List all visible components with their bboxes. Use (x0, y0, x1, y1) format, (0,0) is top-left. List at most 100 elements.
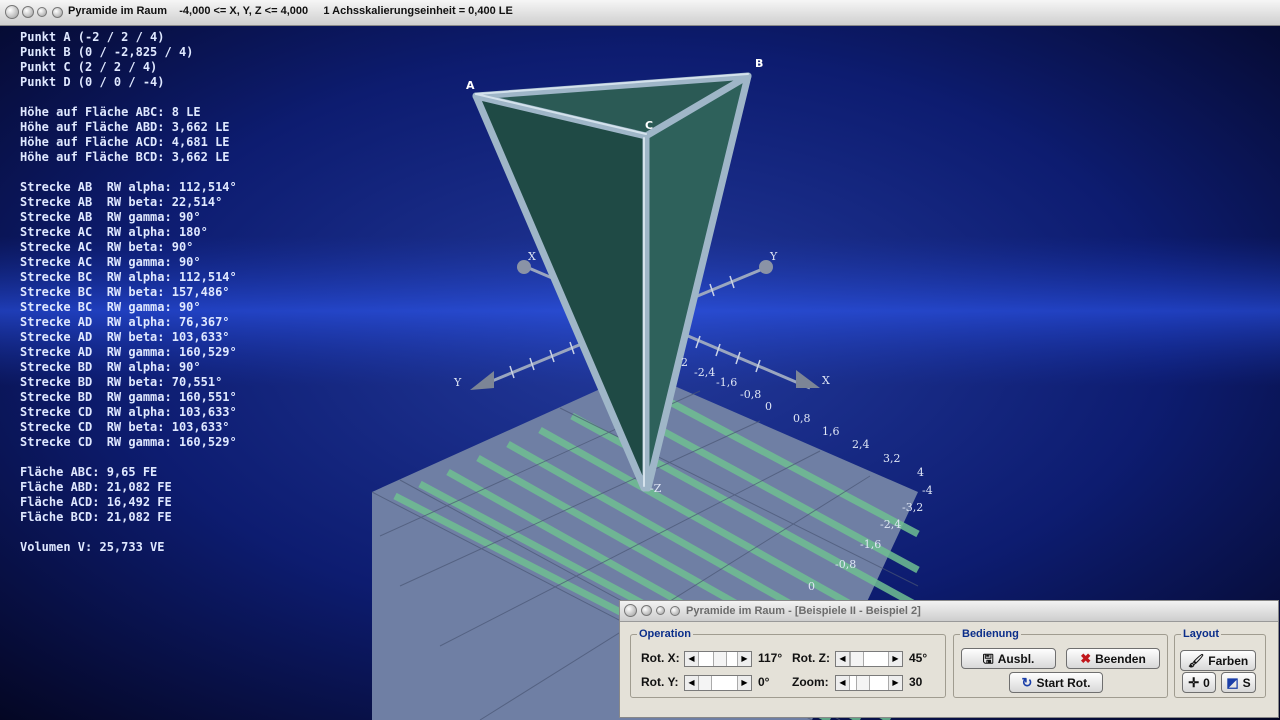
x-tick-label: 0 (765, 400, 772, 413)
arrow-right-icon[interactable]: ▶ (888, 676, 902, 690)
x-tick-label: 3,2 (883, 452, 901, 465)
angle-row: Strecke AC RW alpha: 180° (20, 225, 208, 239)
window-title: Pyramide im Raum -4,000 <= X, Y, Z <= 4,… (68, 5, 513, 17)
arrow-right-icon[interactable]: ▶ (737, 652, 751, 666)
zero-button[interactable]: ✛ 0 (1182, 672, 1216, 693)
arrow-left-icon[interactable]: ◀ (836, 652, 850, 666)
point-c: Punkt C (2 / 2 / 4) (20, 60, 158, 74)
start-rot-label: Start Rot. (1036, 675, 1091, 690)
panel-close-icon[interactable] (624, 604, 637, 617)
zoom-slider[interactable]: ◀ ▶ (835, 675, 903, 691)
panel-title-bar[interactable]: Pyramide im Raum - [Beispiele II - Beisp… (620, 601, 1278, 622)
angle-row: Strecke AC RW gamma: 90° (20, 255, 201, 269)
angle-row: Strecke AD RW gamma: 160,529° (20, 345, 237, 359)
beenden-button[interactable]: ✖ Beenden (1066, 648, 1160, 669)
crosshair-icon: ✛ (1188, 675, 1200, 690)
angle-row: Strecke CD RW alpha: 103,633° (20, 405, 237, 419)
window-maximize-icon[interactable] (37, 7, 47, 17)
arrow-right-icon[interactable]: ▶ (888, 652, 902, 666)
rot-y-value: 0° (758, 675, 770, 689)
axis-label-y-pos: Y (769, 250, 778, 263)
axis-label-x-pos: X (822, 374, 830, 387)
angle-row: Strecke BD RW alpha: 90° (20, 360, 201, 374)
control-panel-window[interactable]: Pyramide im Raum - [Beispiele II - Beisp… (619, 600, 1279, 718)
main-title-bar[interactable]: Pyramide im Raum -4,000 <= X, Y, Z <= 4,… (0, 0, 1280, 26)
y-tick-label: -0,8 (835, 558, 856, 571)
eraser-icon: ◩ (1226, 675, 1239, 690)
close-x-icon: ✖ (1080, 651, 1092, 666)
window-close-icon[interactable] (5, 5, 19, 19)
panel-title: Pyramide im Raum - [Beispiele II - Beisp… (686, 605, 921, 617)
angle-row: Strecke AD RW alpha: 76,367° (20, 315, 230, 329)
x-tick-label: -2,4 (694, 366, 715, 379)
hide-window-icon: 🖫 (982, 651, 994, 666)
vertex-label-c: C (645, 119, 653, 132)
angle-row: Strecke BC RW beta: 157,486° (20, 285, 230, 299)
angle-row: Strecke CD RW gamma: 160,529° (20, 435, 237, 449)
farben-label: Farben (1208, 653, 1249, 668)
axis-label-x-neg: X (528, 250, 536, 263)
angle-row: Strecke BC RW gamma: 90° (20, 300, 201, 314)
rot-x-label: Rot. X: (641, 651, 680, 665)
rot-z-slider[interactable]: ◀ ▶ (835, 651, 903, 667)
angle-row: Strecke CD RW beta: 103,633° (20, 420, 230, 434)
y-tick-label: 0 (808, 580, 815, 593)
area-abd: Fläche ABD: 21,082 FE (20, 480, 172, 494)
height-acd: Höhe auf Fläche ACD: 4,681 LE (20, 135, 230, 149)
x-tick-label: 2,4 (852, 438, 870, 451)
rot-x-value: 117° (758, 651, 783, 665)
rot-y-label: Rot. Y: (641, 675, 679, 689)
panel-maximize-icon[interactable] (656, 606, 665, 615)
paint-brush-icon: 🖌 (1187, 653, 1205, 668)
panel-menu-icon[interactable] (670, 606, 680, 616)
point-a: Punkt A (-2 / 2 / 4) (20, 30, 165, 44)
farben-button[interactable]: 🖌 Farben (1180, 650, 1256, 671)
ausbl-label: Ausbl. (997, 651, 1035, 666)
zoom-value: 30 (909, 675, 923, 689)
arrow-left-icon[interactable]: ◀ (685, 652, 699, 666)
angle-row: Strecke AB RW alpha: 112,514° (20, 180, 237, 194)
x-tick-label: 0,8 (793, 412, 811, 425)
slider-thumb[interactable] (856, 676, 870, 690)
slider-thumb[interactable] (713, 652, 727, 666)
x-tick-label: 4 (917, 466, 924, 479)
info-panel: Punkt A (-2 / 2 / 4) Punkt B (0 / -2,825… (20, 30, 237, 555)
arrow-right-icon[interactable]: ▶ (737, 676, 751, 690)
y-tick-label: -2,4 (880, 518, 901, 531)
height-abc: Höhe auf Fläche ABC: 8 LE (20, 105, 201, 119)
panel-minimize-icon[interactable] (641, 605, 652, 616)
angle-row: Strecke BD RW beta: 70,551° (20, 375, 223, 389)
angle-row: Strecke AB RW beta: 22,514° (20, 195, 223, 209)
y-tick-label: -3,2 (902, 501, 923, 514)
arrow-left-icon[interactable]: ◀ (685, 676, 699, 690)
s-button[interactable]: ◩ S (1221, 672, 1256, 693)
ausbl-button[interactable]: 🖫 Ausbl. (961, 648, 1056, 669)
bedienung-legend: Bedienung (962, 628, 1019, 640)
zero-label: 0 (1203, 675, 1210, 690)
axis-label-z-neg: -Z (650, 482, 662, 495)
height-bcd: Höhe auf Fläche BCD: 3,662 LE (20, 150, 230, 164)
s-label: S (1242, 675, 1251, 690)
rotate-icon: ↻ (1021, 675, 1033, 690)
slider-thumb[interactable] (850, 652, 864, 666)
volume: Volumen V: 25,733 VE (20, 540, 165, 554)
rot-y-slider[interactable]: ◀ ▶ (684, 675, 752, 691)
rot-x-slider[interactable]: ◀ ▶ (684, 651, 752, 667)
point-d: Punkt D (0 / 0 / -4) (20, 75, 165, 89)
area-abc: Fläche ABC: 9,65 FE (20, 465, 158, 479)
angle-row: Strecke AC RW beta: 90° (20, 240, 194, 254)
window-minimize-icon[interactable] (22, 6, 34, 18)
zoom-label: Zoom: (792, 675, 829, 689)
start-rot-button[interactable]: ↻ Start Rot. (1009, 672, 1103, 693)
rot-z-value: 45° (909, 651, 928, 665)
angle-row: Strecke BC RW alpha: 112,514° (20, 270, 237, 284)
window-menu-icon[interactable] (52, 7, 63, 18)
point-b: Punkt B (0 / -2,825 / 4) (20, 45, 194, 59)
slider-thumb[interactable] (698, 676, 712, 690)
angle-row: Strecke BD RW gamma: 160,551° (20, 390, 237, 404)
arrow-left-icon[interactable]: ◀ (836, 676, 850, 690)
angle-row: Strecke AB RW gamma: 90° (20, 210, 201, 224)
beenden-label: Beenden (1095, 651, 1146, 666)
rot-z-label: Rot. Z: (792, 651, 830, 665)
y-tick-label: -4 (922, 484, 933, 497)
